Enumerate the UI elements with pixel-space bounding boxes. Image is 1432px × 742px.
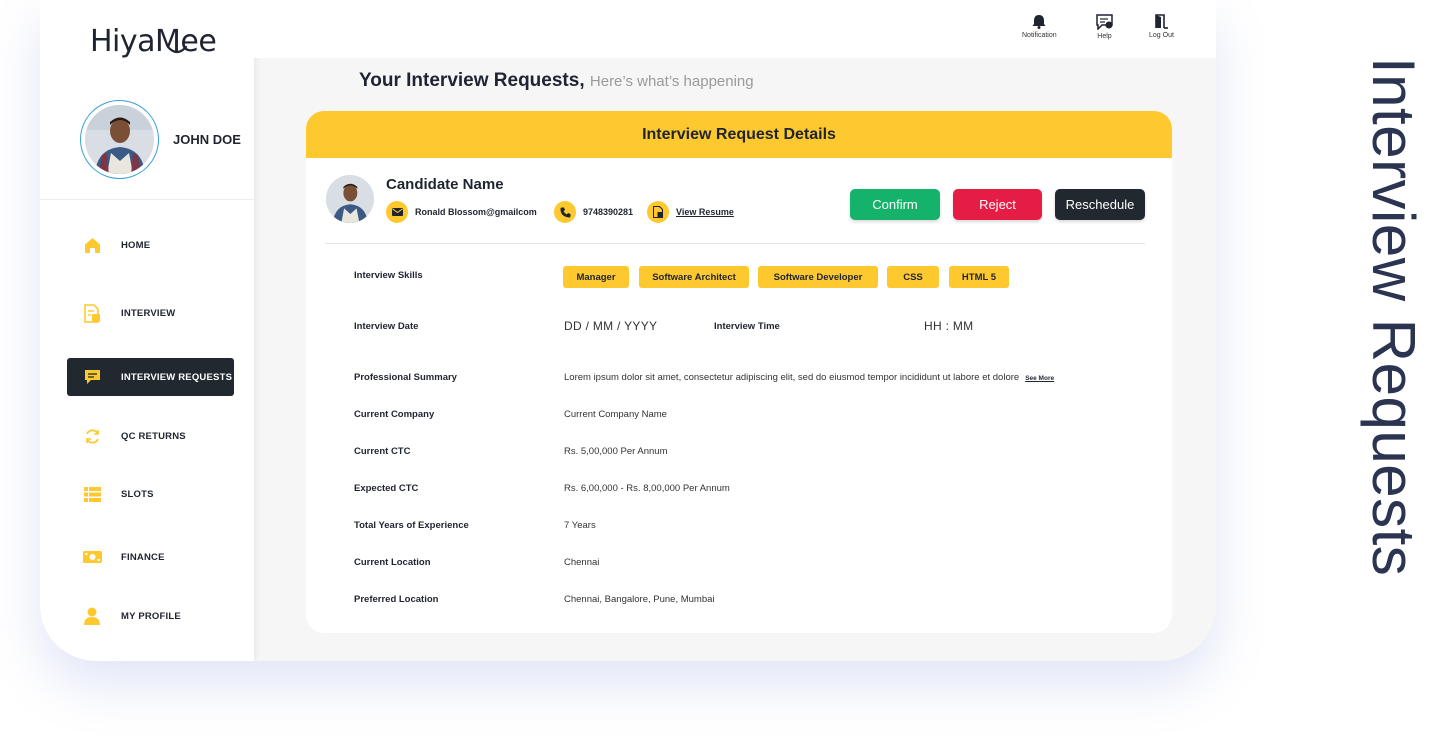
- home-icon: [81, 234, 103, 256]
- sidebar-item-label: INTERVIEW: [121, 307, 176, 319]
- sidebar-item-home[interactable]: HOME: [67, 226, 234, 264]
- current-location-value: Chennai: [564, 557, 600, 568]
- skill-tag: Software Architect: [639, 266, 749, 288]
- interview-date-input[interactable]: DD / MM / YYYY: [564, 319, 657, 333]
- skill-tag: Software Developer: [758, 266, 878, 288]
- page-subtitle: Here’s what’s happening: [589, 73, 754, 90]
- user-icon: [81, 605, 103, 627]
- interview-time-input[interactable]: HH : MM: [924, 319, 973, 333]
- preferred-location-label: Preferred Location: [354, 594, 439, 605]
- profile-avatar[interactable]: [80, 100, 159, 179]
- document-icon: [81, 302, 103, 324]
- chat-icon: [81, 366, 103, 388]
- experience-value: 7 Years: [564, 520, 596, 531]
- interview-request-card: Interview Request Details Candidate Name…: [306, 111, 1172, 633]
- candidate-phone: 9748390281: [554, 201, 633, 223]
- card-header: Interview Request Details: [306, 111, 1172, 158]
- logo-smile-icon: [166, 45, 188, 54]
- refresh-icon: [81, 425, 103, 447]
- sidebar-item-interview-requests[interactable]: INTERVIEW REQUESTS: [67, 358, 234, 396]
- sidebar-item-my-profile[interactable]: MY PROFILE: [67, 597, 234, 635]
- sidebar-item-qc-returns[interactable]: QC RETURNS: [67, 417, 234, 455]
- current-ctc-label: Current CTC: [354, 446, 411, 457]
- app-window: HiyaMee JOHN DOE HOME INTERVIEW INTERVIE…: [40, 0, 1216, 661]
- expected-ctc-label: Expected CTC: [354, 483, 419, 494]
- sidebar-item-slots[interactable]: SLOTS: [67, 475, 234, 513]
- interview-time-label: Interview Time: [714, 321, 780, 332]
- sidebar-item-label: QC RETURNS: [121, 430, 186, 442]
- logo: HiyaMee: [90, 24, 217, 59]
- view-resume-link[interactable]: View Resume: [647, 201, 734, 223]
- help-chat-icon: [1096, 14, 1113, 30]
- experience-label: Total Years of Experience: [354, 520, 469, 531]
- page-title: Your Interview Requests, Here’s what’s h…: [359, 70, 754, 92]
- reschedule-button[interactable]: Reschedule: [1055, 189, 1145, 220]
- phone-icon: [554, 201, 576, 223]
- preferred-location-value: Chennai, Bangalore, Pune, Mumbai: [564, 594, 715, 605]
- skills-label: Interview Skills: [354, 270, 423, 281]
- card-divider: [325, 243, 1145, 244]
- skill-tag: Manager: [563, 266, 629, 288]
- sidebar: HiyaMee JOHN DOE HOME INTERVIEW INTERVIE…: [40, 0, 254, 661]
- sidebar-item-finance[interactable]: FINANCE: [67, 538, 234, 576]
- logout-button[interactable]: Log Out: [1149, 14, 1174, 39]
- interview-date-label: Interview Date: [354, 321, 419, 332]
- current-company-label: Current Company: [354, 409, 435, 420]
- email-text: Ronald Blossom@gmailcom: [415, 207, 537, 217]
- mail-icon: [386, 201, 408, 223]
- profile-name: JOHN DOE: [173, 132, 241, 147]
- current-ctc-value: Rs. 5,00,000 Per Annum: [564, 446, 668, 457]
- logout-label: Log Out: [1149, 32, 1174, 39]
- confirm-button[interactable]: Confirm: [850, 189, 940, 220]
- avatar: [85, 105, 154, 174]
- sidebar-item-label: HOME: [121, 239, 151, 251]
- sidebar-item-label: FINANCE: [121, 551, 165, 563]
- skill-tag: CSS: [887, 266, 939, 288]
- sidebar-divider: [40, 199, 254, 200]
- resume-icon: [647, 201, 669, 223]
- bell-icon: [1032, 15, 1046, 29]
- sidebar-item-label: INTERVIEW REQUESTS: [121, 371, 233, 383]
- view-resume-text[interactable]: View Resume: [676, 207, 734, 217]
- summary-value: Lorem ipsum dolor sit amet, consectetur …: [564, 372, 1054, 383]
- money-icon: [81, 546, 103, 568]
- candidate-name: Candidate Name: [386, 176, 504, 193]
- person-photo-icon: [85, 105, 154, 174]
- summary-label: Professional Summary: [354, 372, 457, 383]
- notification-button[interactable]: Notification: [1022, 14, 1057, 39]
- sidebar-item-label: SLOTS: [121, 488, 154, 500]
- skill-tag: HTML 5: [949, 266, 1009, 288]
- help-button[interactable]: Help: [1096, 14, 1113, 40]
- help-label: Help: [1097, 33, 1112, 40]
- list-icon: [81, 483, 103, 505]
- summary-text: Lorem ipsum dolor sit amet, consectetur …: [564, 372, 1020, 383]
- current-location-label: Current Location: [354, 557, 431, 568]
- phone-text: 9748390281: [583, 207, 634, 217]
- top-bar: Notification Help Log Out: [254, 0, 1216, 58]
- sidebar-item-interview[interactable]: INTERVIEW: [67, 294, 234, 332]
- sidebar-item-label: MY PROFILE: [121, 610, 181, 622]
- candidate-email: Ronald Blossom@gmailcom: [386, 201, 537, 223]
- candidate-avatar: [326, 175, 374, 223]
- logout-door-icon: [1155, 14, 1168, 29]
- expected-ctc-value: Rs. 6,00,000 - Rs. 8,00,000 Per Annum: [564, 483, 730, 494]
- reject-button[interactable]: Reject: [953, 189, 1042, 220]
- page-title-text: Your Interview Requests,: [359, 70, 585, 91]
- notification-label: Notification: [1022, 32, 1057, 39]
- see-more-link[interactable]: See More: [1025, 375, 1054, 382]
- candidate-photo-icon: [326, 175, 374, 223]
- side-title: Interview Requests: [1360, 57, 1427, 577]
- current-company-value: Current Company Name: [564, 409, 667, 420]
